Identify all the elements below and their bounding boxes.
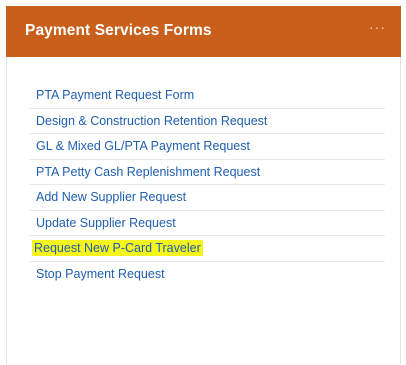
- request-new-p-card-traveler-link[interactable]: Request New P-Card Traveler: [32, 240, 203, 256]
- list-item: Add New Supplier Request: [29, 185, 385, 211]
- card-header: Payment Services Forms ···: [6, 6, 401, 57]
- stop-payment-request-link[interactable]: Stop Payment Request: [34, 266, 167, 282]
- pta-petty-cash-replenishment-request-link[interactable]: PTA Petty Cash Replenishment Request: [34, 164, 262, 180]
- list-item: GL & Mixed GL/PTA Payment Request: [29, 134, 385, 160]
- update-supplier-request-link[interactable]: Update Supplier Request: [34, 215, 178, 231]
- design-construction-retention-request-link[interactable]: Design & Construction Retention Request: [34, 113, 269, 129]
- more-options-icon[interactable]: ···: [369, 19, 386, 35]
- list-item: Update Supplier Request: [29, 211, 385, 236]
- list-item: Request New P-Card Traveler: [29, 236, 385, 262]
- card-title: Payment Services Forms: [25, 22, 212, 39]
- list-item: Design & Construction Retention Request: [29, 109, 385, 134]
- add-new-supplier-request-link[interactable]: Add New Supplier Request: [34, 189, 188, 205]
- forms-link-list: PTA Payment Request Form Design & Constr…: [29, 83, 385, 287]
- list-item: PTA Petty Cash Replenishment Request: [29, 160, 385, 185]
- list-item: Stop Payment Request: [29, 262, 385, 288]
- pta-payment-request-form-link[interactable]: PTA Payment Request Form: [34, 87, 196, 103]
- list-item: PTA Payment Request Form: [29, 83, 385, 109]
- gl-mixed-gl-pta-payment-request-link[interactable]: GL & Mixed GL/PTA Payment Request: [34, 138, 252, 154]
- payment-services-forms-card: Payment Services Forms ··· PTA Payment R…: [6, 6, 401, 364]
